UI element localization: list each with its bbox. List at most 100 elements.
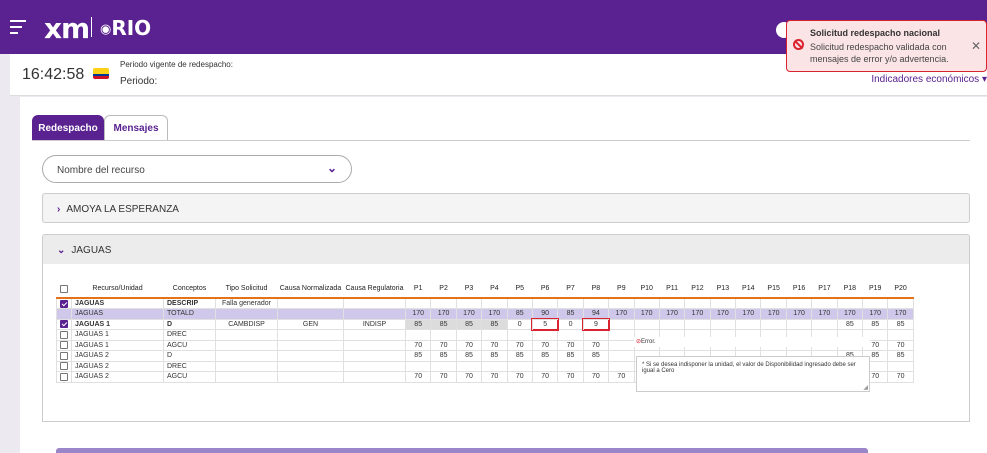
tab-mensajes[interactable]: Mensajes	[104, 115, 168, 141]
table-cell[interactable]: 70	[531, 371, 559, 383]
table-cell[interactable]	[608, 339, 635, 351]
table-cell[interactable]: 170	[608, 308, 635, 320]
table-cell[interactable]: 85	[430, 318, 457, 330]
table-cell[interactable]: 85	[836, 318, 864, 330]
table-cell[interactable]	[430, 360, 457, 372]
tab-redespacho[interactable]: Redespacho	[32, 115, 104, 141]
table-cell[interactable]: 170	[811, 308, 838, 320]
table-cell[interactable]	[709, 318, 737, 330]
table-cell[interactable]	[430, 297, 457, 309]
table-cell[interactable]: 170	[735, 308, 762, 320]
table-cell[interactable]: 170	[836, 308, 864, 320]
resource-select[interactable]: Nombre del recurso ⌄	[42, 155, 352, 183]
table-cell[interactable]	[811, 318, 838, 330]
table-cell[interactable]	[887, 329, 914, 341]
table-cell[interactable]	[633, 297, 660, 309]
table-cell[interactable]	[404, 360, 432, 372]
table-cell[interactable]	[531, 297, 559, 309]
row-checkbox[interactable]	[56, 371, 72, 383]
table-cell[interactable]: 94	[582, 308, 610, 320]
select-all-checkbox[interactable]	[56, 280, 72, 299]
table-cell[interactable]	[582, 329, 610, 341]
table-cell[interactable]	[557, 297, 584, 309]
table-cell[interactable]	[684, 297, 711, 309]
table-cell[interactable]: 85	[557, 350, 584, 362]
indicators-link[interactable]: Indicadores económicos ▾	[871, 74, 987, 85]
table-cell[interactable]: 85	[455, 318, 483, 330]
table-cell[interactable]: 9	[582, 318, 610, 331]
table-cell[interactable]	[658, 318, 686, 330]
table-cell[interactable]	[709, 297, 737, 309]
table-cell[interactable]: 70	[582, 339, 610, 351]
table-cell[interactable]: 85	[481, 318, 508, 330]
table-cell[interactable]: 0	[506, 318, 533, 330]
table-cell[interactable]: 70	[887, 339, 914, 351]
table-cell[interactable]	[608, 360, 635, 372]
table-cell[interactable]	[608, 329, 635, 341]
table-cell[interactable]: 70	[557, 371, 584, 383]
table-cell[interactable]	[506, 360, 533, 372]
menu-icon[interactable]	[10, 20, 26, 34]
table-cell[interactable]: 70	[404, 339, 432, 351]
table-cell[interactable]	[557, 360, 584, 372]
table-cell[interactable]	[531, 360, 559, 372]
row-checkbox[interactable]	[56, 297, 72, 309]
table-cell[interactable]	[455, 297, 483, 309]
table-cell[interactable]	[887, 297, 914, 309]
table-cell[interactable]	[684, 318, 711, 330]
row-checkbox[interactable]	[56, 318, 72, 330]
table-cell[interactable]: 70	[506, 339, 533, 351]
table-cell[interactable]	[608, 318, 635, 330]
table-cell[interactable]	[481, 297, 508, 309]
table-cell[interactable]: 70	[531, 339, 559, 351]
table-cell[interactable]: 85	[887, 350, 914, 362]
close-icon[interactable]: ✕	[971, 39, 981, 53]
table-cell[interactable]: 70	[481, 339, 508, 351]
table-cell[interactable]: 85	[506, 308, 533, 320]
table-cell[interactable]	[658, 297, 686, 309]
table-cell[interactable]: 0	[557, 318, 584, 330]
table-cell[interactable]: 170	[430, 308, 457, 320]
table-cell[interactable]: 170	[404, 308, 432, 320]
table-cell[interactable]	[481, 360, 508, 372]
table-cell[interactable]: 70	[481, 371, 508, 383]
table-cell[interactable]: 70	[455, 371, 483, 383]
table-cell[interactable]: 170	[887, 308, 914, 320]
redespacho-table-wrapper[interactable]: Recurso/Unidad Conceptos Tipo Solicitud Cau…	[56, 280, 958, 414]
accordion-jaguas[interactable]: ⌄ JAGUAS	[42, 234, 970, 264]
accordion-amoya[interactable]: › AMOYA LA ESPERANZA	[42, 193, 970, 223]
table-cell[interactable]: 90	[531, 308, 559, 320]
table-cell[interactable]: 170	[455, 308, 483, 320]
row-checkbox[interactable]	[56, 308, 72, 320]
table-cell[interactable]: 70	[608, 371, 635, 383]
table-cell[interactable]: 170	[709, 308, 737, 320]
table-cell[interactable]: 70	[455, 339, 483, 351]
table-cell[interactable]	[735, 297, 762, 309]
table-cell[interactable]	[785, 297, 813, 309]
table-cell[interactable]	[455, 329, 483, 341]
table-cell[interactable]: 170	[760, 308, 787, 320]
table-cell[interactable]	[735, 318, 762, 330]
row-checkbox[interactable]	[56, 339, 72, 351]
table-cell[interactable]: 70	[506, 371, 533, 383]
table-cell[interactable]: 170	[862, 308, 889, 320]
table-cell[interactable]	[836, 297, 864, 309]
table-cell[interactable]: 170	[684, 308, 711, 320]
table-cell[interactable]	[760, 297, 787, 309]
row-checkbox[interactable]	[56, 350, 72, 362]
table-cell[interactable]: 85	[506, 350, 533, 362]
table-cell[interactable]	[404, 329, 432, 341]
table-cell[interactable]: 85	[582, 350, 610, 362]
table-cell[interactable]: 85	[862, 318, 889, 330]
table-cell[interactable]: 170	[633, 308, 660, 320]
error-message-box[interactable]: * Si se desea indisponer la unidad, el v…	[636, 356, 870, 392]
table-cell[interactable]	[608, 297, 635, 309]
table-cell[interactable]	[760, 318, 787, 330]
table-cell[interactable]: 85	[404, 350, 432, 362]
table-cell[interactable]	[481, 329, 508, 341]
table-cell[interactable]	[557, 329, 584, 341]
table-cell[interactable]	[531, 329, 559, 341]
table-cell[interactable]: 5	[531, 318, 559, 331]
table-cell[interactable]	[608, 350, 635, 362]
table-cell[interactable]	[582, 360, 610, 372]
